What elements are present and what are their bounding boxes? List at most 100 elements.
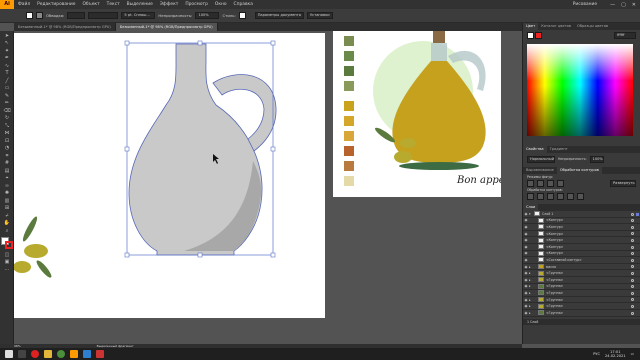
layer-row[interactable]: ◉ <Контур> [523,237,640,244]
intersect-icon[interactable] [547,180,554,187]
layer-row[interactable]: ◉ <Контур> [523,231,640,238]
eyedropper-icon[interactable]: ⌖ [2,175,12,181]
direct-selection-icon[interactable]: ↖ [2,40,12,46]
expand-toggle-icon[interactable]: ▸ [529,284,538,288]
outline-icon[interactable] [567,193,574,200]
expand-toggle-icon[interactable]: ▸ [529,278,538,282]
start-icon[interactable] [5,350,13,358]
minus-front-icon[interactable] [537,180,544,187]
paintbrush-icon[interactable]: ✎ [2,93,12,99]
blend-mode-dropdown[interactable]: Нормальный [527,155,555,163]
layer-row[interactable]: ◉ ▾ Слой 1 [523,211,640,218]
visibility-eye-icon[interactable]: ◉ [523,251,529,255]
document-setup-button[interactable]: Параметры документа [254,12,304,19]
layer-target-icon[interactable] [631,258,634,262]
hand-tool-icon[interactable]: ✋ [2,220,12,226]
pen-tool-icon[interactable]: ✒ [2,55,12,61]
menu-object[interactable]: Объект [82,2,99,7]
menu-window[interactable]: Окно [215,2,227,7]
merge-icon[interactable] [547,193,554,200]
search-icon[interactable] [18,350,26,358]
minimize-icon[interactable]: — [610,2,615,8]
curvature-tool-icon[interactable]: ∿ [2,63,12,69]
width-tool-icon[interactable]: ⋈ [2,130,12,136]
visibility-eye-icon[interactable]: ◉ [523,258,529,262]
selection-tool-icon[interactable]: ➤ [2,33,12,39]
layer-target-icon[interactable] [631,278,634,282]
clock[interactable]: 17:01 24.02.2021 [605,350,626,358]
fill-swatch[interactable] [26,12,33,19]
layer-row[interactable]: ◉ ▸ <Группа> [523,310,640,317]
zoom-tool-icon[interactable]: ⌕ [2,228,12,234]
notifications-icon[interactable]: ▭ [631,352,634,356]
expand-toggle-icon[interactable]: ▸ [529,271,538,275]
tab-properties[interactable]: Свойства [523,146,547,153]
rectangle-tool-icon[interactable]: ▭ [2,85,12,91]
expand-toggle-icon[interactable]: ▸ [529,298,538,302]
handle-middle-right[interactable] [270,146,276,152]
handle-bottom-left[interactable] [124,252,130,258]
menu-edit[interactable]: Редактирование [37,2,75,7]
tab-color[interactable]: Цвет [523,23,539,30]
maximize-icon[interactable]: ▢ [621,2,626,8]
menu-type[interactable]: Текст [107,2,120,7]
shape-builder-icon[interactable]: ◔ [2,145,12,151]
visibility-eye-icon[interactable]: ◉ [523,232,529,236]
layer-row[interactable]: ◉ ▸ <Группа> [523,297,640,304]
layer-target-icon[interactable] [631,219,634,223]
expand-toggle-icon[interactable]: ▸ [529,265,538,269]
blend-tool-icon[interactable]: ∞ [2,183,12,189]
layer-row[interactable]: ◉ <Составной контур> [523,257,640,264]
more-tools-icon[interactable]: ⋯ [2,267,12,273]
layer-target-icon[interactable] [631,298,634,302]
layer-row[interactable]: ◉ ▸ <Группа> [523,270,640,277]
exclude-icon[interactable] [557,180,564,187]
layer-target-icon[interactable] [631,265,634,269]
artboard[interactable] [13,33,325,318]
close-icon[interactable]: ✕ [632,2,636,8]
handle-bottom-center[interactable] [197,252,203,258]
color-fill-icon[interactable] [527,32,534,39]
layer-target-icon[interactable] [631,311,634,315]
layer-target-icon[interactable] [631,238,634,242]
tab-gradient[interactable]: Градиент [547,146,571,153]
magic-wand-icon[interactable]: ✦ [2,48,12,54]
taskbar-app-explorer-icon[interactable] [44,350,52,358]
symbol-sprayer-icon[interactable]: ✺ [2,190,12,196]
tab-document-1[interactable]: Безымянный-1* @ 98% (RGB/Предпросмотр GP… [14,23,116,31]
stroke-weight-field[interactable] [67,12,86,19]
handle-top-center[interactable] [197,40,203,46]
free-transform-icon[interactable]: ⊡ [2,138,12,144]
slice-tool-icon[interactable]: ⌿ [2,213,12,219]
stroke-color-icon[interactable] [5,240,13,249]
menu-select[interactable]: Выделение [127,2,153,7]
crop-icon[interactable] [557,193,564,200]
visibility-eye-icon[interactable]: ◉ [523,238,529,242]
brush-dropdown[interactable]: 5 pt. Сплош... [121,12,156,19]
rotate-tool-icon[interactable]: ↻ [2,115,12,121]
layer-target-icon[interactable] [631,285,634,289]
tab-document-2[interactable]: Безымянный-1* @ 98% (RGB/Предпросмотр GP… [115,23,218,31]
pencil-icon[interactable]: ✏ [2,100,12,106]
expand-toggle-icon[interactable]: ▸ [529,311,538,315]
perspective-grid-icon[interactable]: ⌗ [2,153,12,159]
visibility-eye-icon[interactable]: ◉ [523,218,529,222]
visibility-eye-icon[interactable]: ◉ [523,225,529,229]
tab-pathfinder[interactable]: Обработка контуров [556,167,602,174]
color-spectrum[interactable] [527,44,633,136]
gradient-tool-icon[interactable]: ▤ [2,168,12,174]
handle-top-left[interactable] [124,40,130,46]
reference-image[interactable]: Bon appetit [333,31,517,197]
stroke-swatch[interactable] [36,12,43,19]
layer-target-icon[interactable] [631,304,634,308]
menu-effect[interactable]: Эффект [160,2,179,7]
line-tool-icon[interactable]: ╱ [2,78,12,84]
layer-row[interactable]: ◉ ▸ <Группа> [523,290,640,297]
taskbar-app-chrome-icon[interactable] [57,350,65,358]
variable-width-dropdown[interactable] [88,12,119,19]
menu-help[interactable]: Справка [234,2,253,7]
fill-stroke-widget[interactable] [1,236,13,249]
taskbar-app-media-icon[interactable] [96,350,104,358]
layer-row[interactable]: ◉ ▸ <Группа> [523,303,640,310]
tab-layers[interactable]: Слои [523,204,539,211]
